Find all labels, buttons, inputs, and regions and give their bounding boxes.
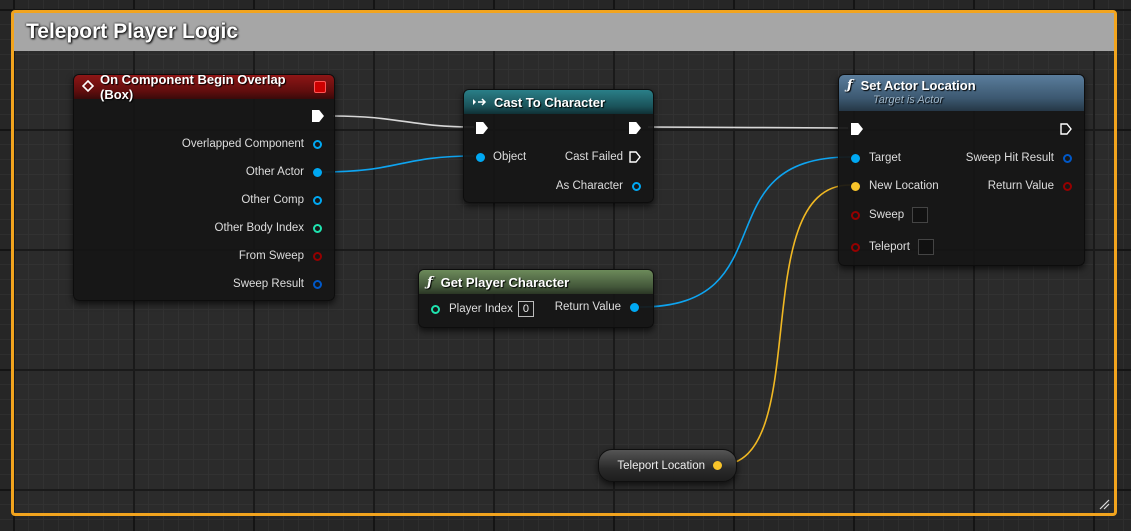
pin-label: Other Body Index xyxy=(214,222,305,234)
exec-out-icon[interactable] xyxy=(1060,123,1072,135)
pin-cast-failed[interactable]: Cast Failed xyxy=(565,151,641,163)
comment-header[interactable]: Teleport Player Logic xyxy=(14,13,1114,51)
pin-other-comp[interactable]: Other Comp xyxy=(241,194,322,206)
boolean-pin-icon[interactable] xyxy=(313,251,322,261)
pin-from-sweep[interactable]: From Sweep xyxy=(239,250,322,262)
node-title: Set Actor Location xyxy=(860,78,976,93)
pin-teleport[interactable]: Teleport xyxy=(851,239,934,255)
node-get-player-character[interactable]: ƒ Get Player Character Player Index 0 Re… xyxy=(418,269,654,328)
event-diamond-icon xyxy=(81,79,95,95)
pin-label: From Sweep xyxy=(238,250,304,262)
pin-player-index[interactable]: Player Index 0 xyxy=(431,301,534,317)
object-pin-icon[interactable] xyxy=(313,195,322,205)
pin-other-body-index[interactable]: Other Body Index xyxy=(214,222,322,234)
pin-target[interactable]: Target xyxy=(851,152,901,164)
pin-label: Target xyxy=(869,152,901,164)
node-cast-to-character[interactable]: Cast To Character Object Cast Failed As … xyxy=(463,89,654,203)
pin-label: Cast Failed xyxy=(564,151,623,163)
pin-exec-in[interactable] xyxy=(851,123,863,135)
variable-label: Teleport Location xyxy=(617,459,705,472)
pin-exec-out[interactable] xyxy=(312,110,324,122)
boolean-pin-icon[interactable] xyxy=(851,210,860,220)
exec-out-icon[interactable] xyxy=(312,110,324,122)
node-on-component-begin-overlap[interactable]: On Component Begin Overlap (Box) Overlap… xyxy=(73,74,335,301)
vector-pin-icon[interactable] xyxy=(713,461,722,470)
node-header[interactable]: On Component Begin Overlap (Box) xyxy=(74,74,334,102)
pin-label: Player Index xyxy=(449,303,513,315)
pin-label: Overlapped Component xyxy=(181,138,304,150)
delegate-badge-icon[interactable] xyxy=(314,81,326,93)
exec-in-icon[interactable] xyxy=(851,123,863,135)
pin-label: New Location xyxy=(869,180,939,192)
pin-label: Sweep Hit Result xyxy=(965,152,1054,164)
pin-other-actor[interactable]: Other Actor xyxy=(246,166,322,178)
function-icon: ƒ xyxy=(427,274,433,290)
pin-label: Object xyxy=(493,151,527,163)
object-pin-icon[interactable] xyxy=(313,167,322,177)
comment-title: Teleport Player Logic xyxy=(26,20,238,43)
pin-exec-in[interactable] xyxy=(476,122,488,134)
pin-object[interactable]: Object xyxy=(476,151,526,163)
struct-pin-icon[interactable] xyxy=(313,279,322,289)
resize-grip-icon[interactable] xyxy=(1098,498,1110,510)
struct-pin-icon[interactable] xyxy=(1063,153,1072,163)
object-pin-icon[interactable] xyxy=(632,181,641,191)
sweep-checkbox[interactable] xyxy=(912,207,929,223)
node-header[interactable]: ƒ Get Player Character xyxy=(419,270,653,294)
pin-overlapped-component[interactable]: Overlapped Component xyxy=(182,138,322,150)
integer-pin-icon[interactable] xyxy=(431,304,440,314)
exec-in-icon[interactable] xyxy=(476,122,488,134)
node-header[interactable]: ƒ Set Actor Location Target is Actor xyxy=(839,75,1084,111)
pin-exec-out[interactable] xyxy=(1060,123,1072,135)
object-pin-icon[interactable] xyxy=(851,153,860,163)
pin-label: Return Value xyxy=(554,301,621,313)
node-teleport-location-variable[interactable]: Teleport Location xyxy=(598,449,737,482)
pin-label: Return Value xyxy=(987,180,1054,192)
pin-sweep-result[interactable]: Sweep Result xyxy=(233,278,322,290)
pin-label: As Character xyxy=(555,180,623,192)
pin-exec-out[interactable] xyxy=(629,122,641,134)
pin-label: Other Actor xyxy=(245,166,304,178)
pin-return-value[interactable]: Return Value xyxy=(555,301,639,313)
pin-as-character[interactable]: As Character xyxy=(556,180,641,192)
pin-label: Sweep Result xyxy=(233,278,304,290)
exec-out-icon[interactable] xyxy=(629,122,641,134)
boolean-pin-icon[interactable] xyxy=(851,242,860,252)
vector-pin-icon[interactable] xyxy=(851,181,860,191)
pin-label: Sweep xyxy=(869,209,905,221)
function-icon: ƒ xyxy=(847,78,853,93)
node-title: Cast To Character xyxy=(494,94,606,110)
pin-new-location[interactable]: New Location xyxy=(851,180,939,192)
integer-pin-icon[interactable] xyxy=(313,223,322,233)
pin-label: Other Comp xyxy=(241,194,304,206)
pin-sweep-hit-result[interactable]: Sweep Hit Result xyxy=(966,152,1072,164)
node-set-actor-location[interactable]: ƒ Set Actor Location Target is Actor Tar… xyxy=(838,74,1085,266)
object-pin-icon[interactable] xyxy=(313,139,322,149)
object-pin-icon[interactable] xyxy=(476,152,485,162)
node-header[interactable]: Cast To Character xyxy=(464,90,653,114)
pin-return-value[interactable]: Return Value xyxy=(988,180,1072,192)
node-title: On Component Begin Overlap (Box) xyxy=(100,74,286,102)
pin-label: Teleport xyxy=(869,241,910,253)
object-pin-icon[interactable] xyxy=(630,302,639,312)
pin-sweep[interactable]: Sweep xyxy=(851,207,929,223)
player-index-input[interactable]: 0 xyxy=(517,301,534,317)
teleport-checkbox[interactable] xyxy=(917,239,934,255)
boolean-pin-icon[interactable] xyxy=(1063,181,1072,191)
node-title: Get Player Character xyxy=(440,274,570,290)
cast-arrows-icon xyxy=(472,95,488,110)
exec-out-icon[interactable] xyxy=(629,151,641,163)
node-subtitle: Target is Actor xyxy=(873,94,944,106)
